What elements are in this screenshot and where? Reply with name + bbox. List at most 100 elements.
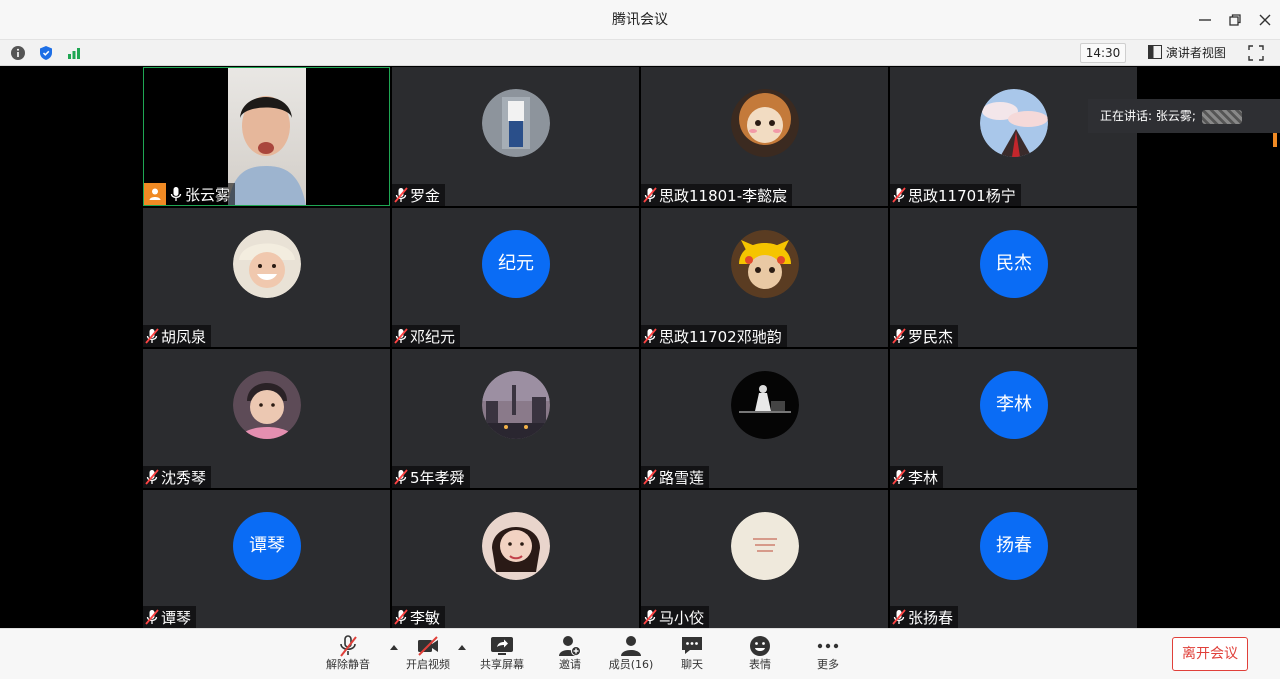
- participant-tile[interactable]: 路雪莲: [641, 349, 888, 488]
- participant-name: 李敏: [410, 608, 441, 627]
- mic-muted-icon: [394, 187, 408, 203]
- mic-muted-icon: [643, 187, 657, 203]
- restore-icon[interactable]: [1223, 8, 1247, 32]
- participant-name: 思政11801-李懿宸: [659, 186, 788, 205]
- more-icon: [817, 643, 839, 649]
- mic-muted-icon: [643, 609, 657, 625]
- participant-name-tag: 思政11702邓驰韵: [641, 325, 787, 347]
- share-screen-button[interactable]: 共享屏幕: [472, 635, 532, 677]
- participant-name: 马小佼: [659, 608, 705, 627]
- participant-name-tag: 罗民杰: [890, 325, 959, 347]
- participant-tile[interactable]: 李敏: [392, 490, 639, 628]
- members-icon: [621, 636, 641, 656]
- participant-name-tag: 马小佼: [641, 606, 710, 628]
- participant-avatar: [731, 371, 799, 439]
- caret-up-icon[interactable]: [457, 643, 467, 651]
- mic-muted-icon: [145, 609, 159, 625]
- meeting-clock: 14:30: [1080, 43, 1126, 63]
- info-icon[interactable]: [10, 45, 26, 61]
- mic-muted-icon: [643, 469, 657, 485]
- participant-name-tag: 思政11801-李懿宸: [641, 184, 793, 206]
- video-off-icon: [418, 636, 438, 656]
- participant-avatar: [980, 89, 1048, 157]
- speaker-view-button[interactable]: 演讲者视图: [1148, 44, 1226, 62]
- participant-avatar: [731, 512, 799, 580]
- participant-name-tag: 5年孝舜: [392, 466, 470, 488]
- mic-muted-icon: [340, 635, 357, 657]
- more-label: 更多: [817, 658, 839, 671]
- participant-tile[interactable]: 李林 李林: [890, 349, 1137, 488]
- participant-tile[interactable]: 罗金: [392, 67, 639, 206]
- title-bar: 腾讯会议: [0, 0, 1280, 40]
- chat-icon: [682, 637, 702, 654]
- participant-name: 邓纪元: [410, 327, 456, 346]
- participant-name-tag: 邓纪元: [392, 325, 461, 347]
- blurred-name: [1201, 109, 1242, 124]
- close-icon[interactable]: [1253, 8, 1277, 32]
- mic-muted-icon: [394, 609, 408, 625]
- layout-icon: [1148, 45, 1162, 59]
- participant-tile[interactable]: 思政11801-李懿宸: [641, 67, 888, 206]
- emoji-icon: [750, 636, 770, 656]
- participant-avatar: 民杰: [980, 230, 1048, 298]
- share-screen-icon: [491, 637, 513, 655]
- mic-muted-icon: [145, 328, 159, 344]
- participant-avatar: [233, 230, 301, 298]
- participant-tile[interactable]: 思政11701杨宁: [890, 67, 1137, 206]
- participant-tile[interactable]: 谭琴 谭琴: [143, 490, 390, 628]
- participant-tile[interactable]: 张云雾: [143, 67, 390, 206]
- invite-icon: [559, 636, 581, 656]
- participant-name: 胡凤泉: [161, 327, 207, 346]
- participant-tile[interactable]: 民杰 罗民杰: [890, 208, 1137, 347]
- participant-name-tag: 张扬春: [890, 606, 959, 628]
- participant-tile[interactable]: 纪元 邓纪元: [392, 208, 639, 347]
- reactions-label: 表情: [749, 658, 771, 671]
- members-button[interactable]: 成员(16): [601, 635, 661, 677]
- participant-avatar: 谭琴: [233, 512, 301, 580]
- unmute-label: 解除静音: [326, 658, 370, 671]
- reactions-button[interactable]: 表情: [730, 635, 790, 677]
- host-badge-icon: [144, 183, 166, 205]
- participant-name-tag: 谭琴: [143, 606, 197, 628]
- participant-name-tag: 沈秀琴: [143, 466, 212, 488]
- mic-muted-icon: [892, 187, 906, 203]
- participant-tile[interactable]: 胡凤泉: [143, 208, 390, 347]
- participant-avatar: [482, 371, 550, 439]
- chat-label: 聊天: [681, 658, 703, 671]
- chat-button[interactable]: 聊天: [662, 635, 722, 677]
- mic-muted-icon: [892, 328, 906, 344]
- participant-name: 张云雾: [185, 185, 231, 204]
- participant-name-tag: 李敏: [392, 606, 446, 628]
- participant-avatar: [731, 230, 799, 298]
- control-bar: 解除静音 开启视频 共享屏幕 邀请 成员(16) 聊天 表情 更多 离开会议: [0, 628, 1280, 679]
- participant-name-tag: 路雪莲: [641, 466, 710, 488]
- more-button[interactable]: 更多: [798, 635, 858, 677]
- participant-name-tag: 罗金: [392, 184, 446, 206]
- participant-name: 5年孝舜: [410, 468, 465, 487]
- video-grid: 张云雾 罗金 思政11801-李懿宸 思政11701杨宁 胡凤泉 纪元 邓纪元 …: [0, 66, 1280, 628]
- fullscreen-icon[interactable]: [1248, 45, 1264, 61]
- participant-name: 思政11702邓驰韵: [659, 327, 782, 346]
- participant-tile[interactable]: 沈秀琴: [143, 349, 390, 488]
- shield-icon[interactable]: [38, 45, 54, 61]
- participant-tile[interactable]: 5年孝舜: [392, 349, 639, 488]
- invite-button[interactable]: 邀请: [540, 635, 600, 677]
- participant-tile[interactable]: 马小佼: [641, 490, 888, 628]
- participant-name: 罗金: [410, 186, 441, 205]
- start-video-button[interactable]: 开启视频: [398, 635, 458, 677]
- participant-name: 谭琴: [161, 608, 192, 627]
- leave-meeting-button[interactable]: 离开会议: [1172, 637, 1248, 671]
- participant-name: 李林: [908, 468, 939, 487]
- participant-tile[interactable]: 扬春 张扬春: [890, 490, 1137, 628]
- signal-icon[interactable]: [66, 45, 82, 61]
- participant-tile[interactable]: 思政11702邓驰韵: [641, 208, 888, 347]
- participant-name-tag: 张云雾: [144, 183, 236, 205]
- participant-avatar: 李林: [980, 371, 1048, 439]
- participant-name: 罗民杰: [908, 327, 954, 346]
- minimize-icon[interactable]: [1193, 8, 1217, 32]
- participant-avatar: [731, 89, 799, 157]
- share-screen-label: 共享屏幕: [480, 658, 524, 671]
- mic-muted-icon: [892, 609, 906, 625]
- participant-name-tag: 李林: [890, 466, 944, 488]
- unmute-button[interactable]: 解除静音: [318, 635, 378, 677]
